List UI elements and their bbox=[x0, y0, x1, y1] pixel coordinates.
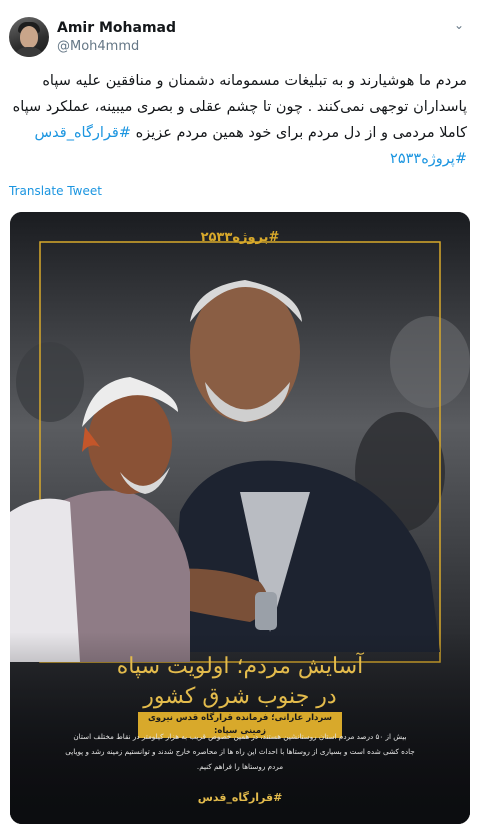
poster-title-line: در جنوب شرق کشور bbox=[143, 684, 337, 709]
poster-body: بیش از ۵۰ درصد مردم استان روستانشین هستن… bbox=[28, 729, 452, 774]
tweet-line-text: کاملا مردمی و از دل مردم برای خود همین م… bbox=[135, 125, 467, 141]
tweet-line: کاملا مردمی و از دل مردم برای خود همین م… bbox=[10, 120, 467, 146]
translate-tweet-link[interactable]: Translate Tweet bbox=[9, 184, 102, 198]
tweet-line: پاسداران توجهی نمی‌کنند . چون تا چشم عقل… bbox=[12, 99, 467, 115]
tweet-header: Amir Mohamad @Moh4mmd ⌄ bbox=[9, 17, 467, 61]
poster-body-line: مردم روستاها را فراهم کنیم. bbox=[196, 762, 284, 771]
poster-top-hashtag: #پروژه۲۵۳۳ bbox=[200, 230, 280, 245]
tweet-line: #پروژه۲۵۳۳ bbox=[10, 146, 467, 172]
poster-title: آسایش مردم؛ اولویت سپاه در جنوب شرق کشور bbox=[10, 652, 470, 712]
chevron-down-icon[interactable]: ⌄ bbox=[451, 17, 467, 33]
tweet-card: Amir Mohamad @Moh4mmd ⌄ مردم ما هوشیارند… bbox=[0, 0, 477, 831]
poster-body-line: بیش از ۵۰ درصد مردم استان روستانشین هستن… bbox=[73, 732, 407, 741]
avatar[interactable] bbox=[9, 17, 49, 57]
poster-title-line: آسایش مردم؛ اولویت سپاه bbox=[116, 654, 364, 679]
tweet-text: مردم ما هوشیارند و به تبلیغات مسمومانه د… bbox=[10, 68, 467, 172]
tweet-media-image[interactable]: #پروژه۲۵۳۳ آسایش مردم؛ اولویت سپاه در جن… bbox=[10, 212, 470, 824]
avatar-face bbox=[20, 26, 38, 48]
poster-body-line: جاده کشی شده است و بسیاری از روستاها با … bbox=[65, 747, 415, 756]
hashtag-link[interactable]: #پروژه۲۵۳۳ bbox=[390, 151, 467, 167]
poster-footer-hashtag: #قرارگاه_قدس bbox=[197, 791, 283, 804]
avatar-body bbox=[13, 47, 45, 57]
tweet-line: مردم ما هوشیارند و به تبلیغات مسمومانه د… bbox=[42, 73, 467, 89]
hashtag-link[interactable]: #قرارگاه_قدس bbox=[34, 125, 131, 141]
display-name[interactable]: Amir Mohamad bbox=[57, 20, 176, 36]
user-handle[interactable]: @Moh4mmd bbox=[57, 39, 139, 54]
